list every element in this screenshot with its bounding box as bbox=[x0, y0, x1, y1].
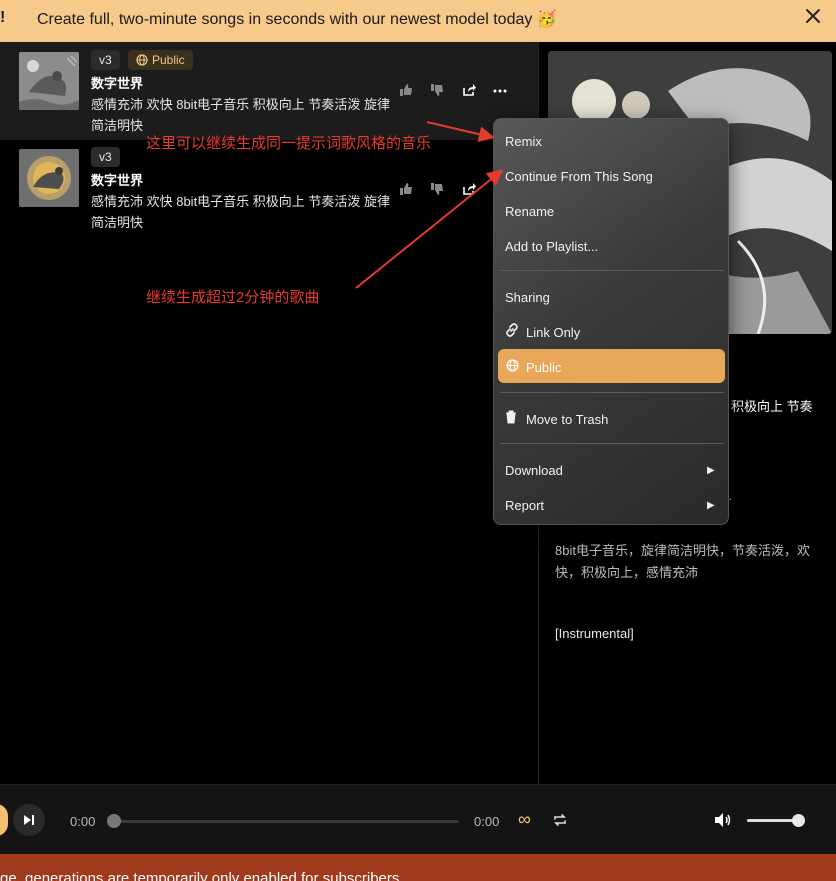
skip-next-icon bbox=[24, 815, 34, 825]
next-button[interactable] bbox=[13, 804, 45, 836]
notice-bar: ge, generations are temporarily only ena… bbox=[0, 854, 836, 881]
volume-handle[interactable] bbox=[792, 814, 805, 827]
annotation-arrows bbox=[355, 121, 504, 289]
play-button[interactable] bbox=[0, 804, 8, 836]
player-bar: 0:00 0:00 ∞ bbox=[0, 784, 836, 854]
infinite-loop-icon[interactable]: ∞ bbox=[518, 809, 531, 830]
duration: 0:00 bbox=[474, 814, 500, 829]
progress-handle[interactable] bbox=[107, 814, 121, 828]
notice-text: ge, generations are temporarily only ena… bbox=[0, 870, 400, 881]
repeat-icon[interactable] bbox=[552, 812, 568, 828]
volume-icon[interactable] bbox=[714, 812, 732, 828]
progress-track[interactable] bbox=[110, 820, 459, 823]
current-time: 0:00 bbox=[70, 814, 96, 829]
